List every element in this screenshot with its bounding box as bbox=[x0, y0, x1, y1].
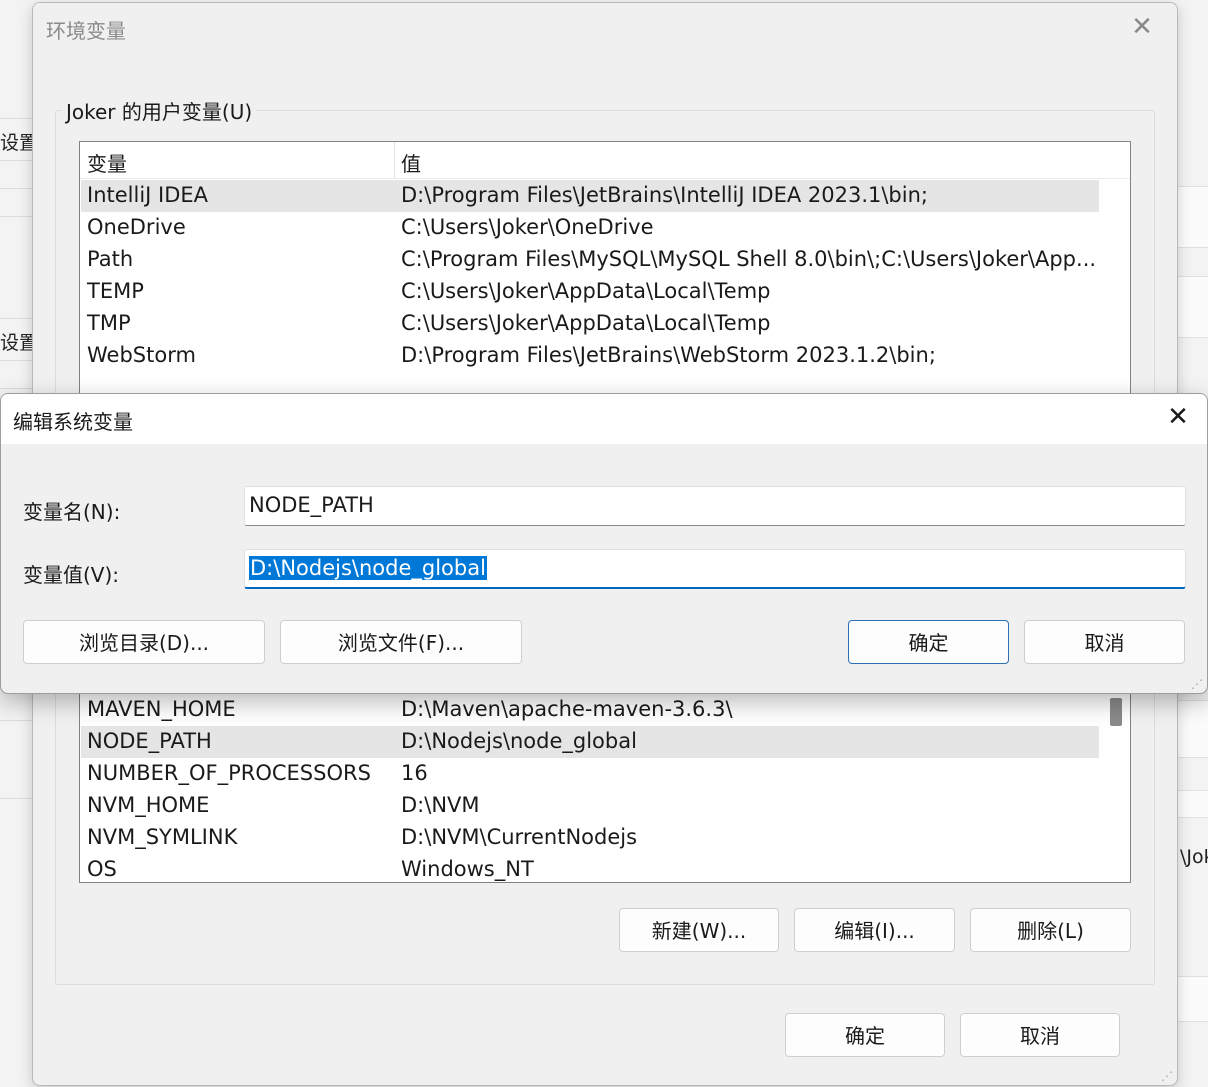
variable-value: D:\NVM\CurrentNodejs bbox=[401, 825, 638, 849]
variable-name-field[interactable]: NODE_PATH bbox=[244, 486, 1186, 526]
variable-name: Path bbox=[87, 247, 134, 271]
variable-name: NVM_HOME bbox=[87, 793, 210, 817]
user-variables-list[interactable]: 变量 值 IntelliJ IDEA D:\Program Files\JetB… bbox=[79, 141, 1131, 403]
edit-system-variable-dialog: 编辑系统变量 ✕ 变量名(N): NODE_PATH 变量值(V): D:\No… bbox=[0, 393, 1208, 694]
variable-value: C:\Program Files\MySQL\MySQL Shell 8.0\b… bbox=[401, 247, 1097, 271]
variable-value-label: 变量值(V): bbox=[23, 563, 120, 587]
close-icon[interactable]: ✕ bbox=[1129, 14, 1155, 41]
variable-name-label: 变量名(N): bbox=[23, 500, 121, 524]
table-row[interactable]: NODE_PATH D:\Nodejs\node_global bbox=[81, 726, 1099, 758]
delete-variable-button[interactable]: 删除(L) bbox=[970, 908, 1131, 952]
bg-panel bbox=[1178, 976, 1208, 1022]
list-header: 变量 值 bbox=[80, 142, 1130, 179]
table-row[interactable]: TMP C:\Users\Joker\AppData\Local\Temp bbox=[81, 308, 1099, 340]
variable-name-text: NODE_PATH bbox=[249, 493, 374, 517]
dialog-titlebar: 编辑系统变量 ✕ bbox=[1, 394, 1207, 444]
variable-value: C:\Users\Joker\AppData\Local\Temp bbox=[401, 279, 771, 303]
table-row[interactable]: IntelliJ IDEA D:\Program Files\JetBrains… bbox=[81, 180, 1099, 212]
browse-file-button[interactable]: 浏览文件(F)... bbox=[280, 620, 522, 664]
bg-panel bbox=[1178, 790, 1208, 818]
close-icon[interactable]: ✕ bbox=[1165, 404, 1191, 430]
variable-name: NVM_SYMLINK bbox=[87, 825, 238, 849]
variable-name: IntelliJ IDEA bbox=[87, 183, 209, 207]
bg-divider bbox=[0, 720, 34, 721]
bg-path-text: \Jok bbox=[1180, 846, 1208, 868]
bg-divider bbox=[0, 798, 34, 799]
variable-value: D:\NVM bbox=[401, 793, 480, 817]
dialog-titlebar: 环境变量 ✕ bbox=[33, 3, 1177, 53]
table-row[interactable]: OS Windows_NT bbox=[81, 854, 1099, 882]
variable-value: 16 bbox=[401, 761, 428, 785]
variable-value: C:\Users\Joker\AppData\Local\Temp bbox=[401, 311, 771, 335]
column-divider[interactable] bbox=[394, 142, 395, 178]
edit-variable-button[interactable]: 编辑(I)... bbox=[794, 908, 955, 952]
variable-name: NUMBER_OF_PROCESSORS bbox=[87, 761, 371, 785]
new-variable-button[interactable]: 新建(W)... bbox=[619, 908, 779, 952]
scrollbar-thumb[interactable] bbox=[1110, 698, 1122, 726]
variable-name: TEMP bbox=[87, 279, 144, 303]
bg-divider bbox=[0, 360, 34, 361]
table-row[interactable]: Path C:\Program Files\MySQL\MySQL Shell … bbox=[81, 244, 1099, 276]
table-row[interactable]: NVM_SYMLINK D:\NVM\CurrentNodejs bbox=[81, 822, 1099, 854]
bg-divider bbox=[0, 118, 34, 119]
variable-name: WebStorm bbox=[87, 343, 196, 367]
variable-value-text: D:\Nodejs\node_global bbox=[249, 556, 487, 580]
dialog-title: 编辑系统变量 bbox=[13, 410, 133, 434]
bg-panel bbox=[1178, 700, 1208, 758]
variable-name: NODE_PATH bbox=[87, 729, 212, 753]
variable-value: D:\Nodejs\node_global bbox=[401, 729, 637, 753]
variable-name: OneDrive bbox=[87, 215, 186, 239]
bg-panel bbox=[1178, 276, 1208, 338]
table-row[interactable]: NVM_HOME D:\NVM bbox=[81, 790, 1099, 822]
cancel-button[interactable]: 取消 bbox=[1024, 620, 1185, 664]
table-row[interactable]: OneDrive C:\Users\Joker\OneDrive bbox=[81, 212, 1099, 244]
bg-panel bbox=[1178, 186, 1208, 248]
table-row[interactable]: WebStorm D:\Program Files\JetBrains\WebS… bbox=[81, 340, 1099, 372]
table-row[interactable]: TEMP C:\Users\Joker\AppData\Local\Temp bbox=[81, 276, 1099, 308]
browse-directory-button[interactable]: 浏览目录(D)... bbox=[23, 620, 265, 664]
variable-value: Windows_NT bbox=[401, 857, 534, 881]
bg-divider bbox=[0, 216, 34, 217]
variable-value: C:\Users\Joker\OneDrive bbox=[401, 215, 654, 239]
table-row[interactable]: NUMBER_OF_PROCESSORS 16 bbox=[81, 758, 1099, 790]
column-header-value[interactable]: 值 bbox=[401, 148, 421, 177]
variable-value: D:\Maven\apache-maven-3.6.3\ bbox=[401, 697, 733, 721]
dialog-title: 环境变量 bbox=[46, 19, 126, 43]
bg-divider bbox=[0, 188, 34, 189]
variable-value-field[interactable]: D:\Nodejs\node_global bbox=[244, 549, 1186, 589]
resize-grip-icon[interactable]: ⋰ bbox=[1191, 677, 1203, 691]
bg-divider bbox=[0, 318, 34, 319]
table-row[interactable]: MAVEN_HOME D:\Maven\apache-maven-3.6.3\ bbox=[81, 694, 1099, 726]
variable-name: OS bbox=[87, 857, 117, 881]
user-variables-group-label: Joker 的用户变量(U) bbox=[62, 96, 257, 125]
variable-name: TMP bbox=[87, 311, 131, 335]
ok-button[interactable]: 确定 bbox=[848, 620, 1009, 664]
variable-name: MAVEN_HOME bbox=[87, 697, 236, 721]
variable-value: D:\Program Files\JetBrains\WebStorm 2023… bbox=[401, 343, 936, 367]
cancel-button[interactable]: 取消 bbox=[960, 1013, 1120, 1057]
variable-value: D:\Program Files\JetBrains\IntelliJ IDEA… bbox=[401, 183, 928, 207]
bg-divider bbox=[0, 388, 34, 389]
resize-grip-icon[interactable]: ⋰ bbox=[1161, 1069, 1173, 1083]
bg-divider bbox=[0, 160, 34, 161]
column-header-variable[interactable]: 变量 bbox=[87, 148, 127, 177]
ok-button[interactable]: 确定 bbox=[785, 1013, 945, 1057]
